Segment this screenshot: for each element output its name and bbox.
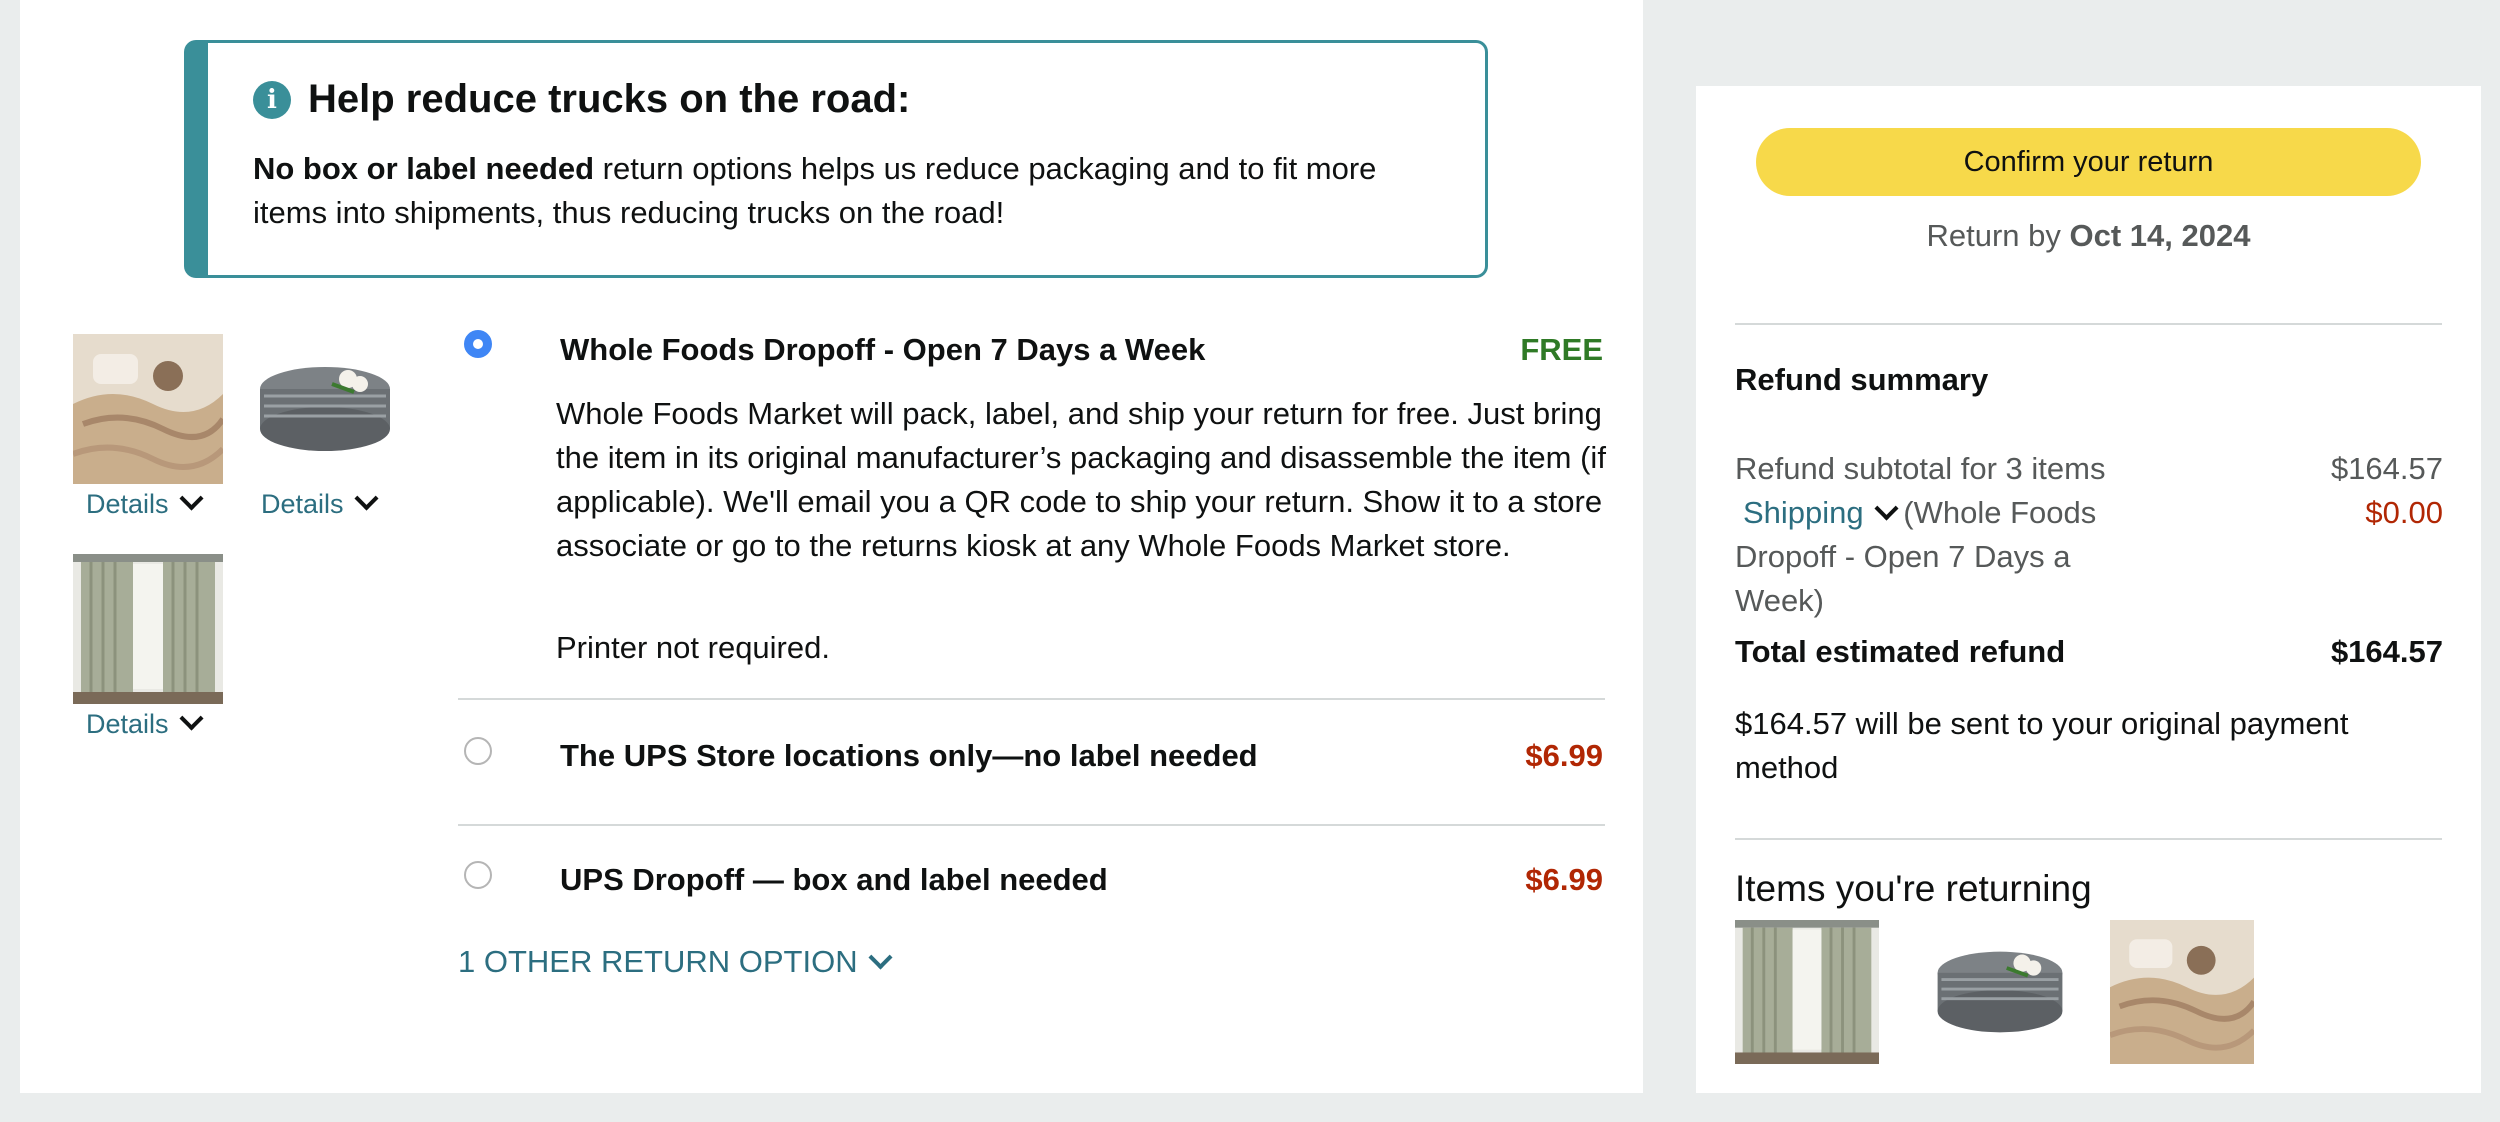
blanket-gray-thumbnail[interactable] <box>250 334 400 484</box>
info-text: No box or label needed return options he… <box>253 147 1433 235</box>
divider <box>1735 323 2442 325</box>
curtains-thumbnail[interactable] <box>73 554 223 704</box>
option-note-printer: Printer not required. <box>556 630 830 665</box>
returning-item-beige-blanket[interactable] <box>2110 920 2254 1064</box>
refund-summary-panel: Confirm your return Return by Oct 14, 20… <box>1696 86 2481 1093</box>
items-returning-title: Items you're returning <box>1735 868 2092 909</box>
details-toggle-1[interactable]: Details <box>86 486 204 520</box>
info-bold-lead: No box or label needed <box>253 151 595 186</box>
blanket-beige-thumbnail[interactable] <box>73 334 223 484</box>
option-title-whole-foods: Whole Foods Dropoff - Open 7 Days a Week <box>560 332 1206 367</box>
total-refund-value: $164.57 <box>2330 634 2443 669</box>
refund-summary-title: Refund summary <box>1735 362 1989 397</box>
radio-ups-dropoff[interactable] <box>464 861 492 889</box>
refund-subtotal-value: $164.57 <box>2330 451 2443 486</box>
shipping-line: Shipping (Whole Foods Dropoff - Open 7 D… <box>1735 491 2155 623</box>
refund-destination-text: $164.57 will be sent to your original pa… <box>1735 706 2349 785</box>
option-price-ups-dropoff: $6.99 <box>1525 862 1603 897</box>
total-refund-label: Total estimated refund <box>1735 634 2066 669</box>
chevron-down-icon <box>868 945 893 970</box>
return-by-text: Return by Oct 14, 2024 <box>1926 218 2251 253</box>
option-description-whole-foods: Whole Foods Market will pack, label, and… <box>556 396 1606 563</box>
shipping-value: $0.00 <box>2365 495 2443 530</box>
refund-subtotal-label: Refund subtotal for 3 items <box>1735 451 2106 486</box>
info-icon: i <box>253 81 291 119</box>
option-price-whole-foods: FREE <box>1520 332 1603 367</box>
other-return-option-link[interactable]: 1 OTHER RETURN OPTION <box>458 944 893 980</box>
option-title-ups-store: The UPS Store locations only—no label ne… <box>560 738 1258 773</box>
divider <box>458 698 1605 700</box>
info-banner: i Help reduce trucks on the road: No box… <box>184 40 1488 278</box>
returning-item-gray-blanket[interactable] <box>1928 920 2072 1064</box>
option-price-ups-store: $6.99 <box>1525 738 1603 773</box>
details-toggle-2[interactable]: Details <box>261 486 379 520</box>
radio-whole-foods[interactable] <box>464 330 492 358</box>
chevron-down-icon <box>354 486 379 511</box>
radio-ups-store[interactable] <box>464 737 492 765</box>
info-title: Help reduce trucks on the road: <box>308 77 911 121</box>
returning-item-curtains[interactable] <box>1735 920 1879 1064</box>
divider <box>458 824 1605 826</box>
return-options-panel: i Help reduce trucks on the road: No box… <box>20 0 1643 1093</box>
option-title-ups-dropoff: UPS Dropoff — box and label needed <box>560 862 1108 897</box>
shipping-link[interactable]: Shipping <box>1743 495 1899 530</box>
details-toggle-3[interactable]: Details <box>86 706 204 740</box>
confirm-return-button[interactable]: Confirm your return <box>1756 128 2421 196</box>
chevron-down-icon <box>179 486 204 511</box>
divider <box>1735 838 2442 840</box>
chevron-down-icon <box>179 706 204 731</box>
return-by-date: Oct 14, 2024 <box>2069 218 2251 253</box>
